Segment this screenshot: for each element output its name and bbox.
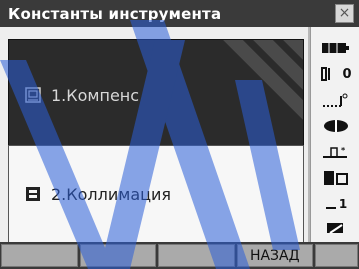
status-sidebar: 0 * 1 <box>310 27 359 242</box>
title-bar: Константы инструмента × <box>0 0 359 27</box>
svg-text:*: * <box>341 146 346 155</box>
prism-constant-value: 0 <box>342 66 352 82</box>
selection-decoration <box>223 40 303 120</box>
menu-list: 1.Компенс 2.Коллимация <box>0 27 308 243</box>
laser-icon <box>317 117 355 135</box>
tilt-level-icon <box>317 91 355 109</box>
menu-item-compensator[interactable]: 1.Компенс <box>8 39 304 151</box>
softkey-f2[interactable] <box>79 244 156 267</box>
menu-item-label: 1.Компенс <box>51 85 140 105</box>
softkey-f1[interactable] <box>1 244 78 267</box>
softkey-back[interactable]: НАЗАД <box>236 244 313 267</box>
target-constant-icon: 0 <box>317 65 355 83</box>
menu-item-collimation[interactable]: 2.Коллимация <box>8 145 304 243</box>
softkey-bar: НАЗАД <box>0 242 359 269</box>
prism-icon: * <box>317 143 355 161</box>
collimation-icon <box>26 187 40 201</box>
page-indicator-icon: 1 <box>317 195 355 213</box>
softkey-blank <box>315 244 358 267</box>
menu-item-label: 2.Коллимация <box>51 184 172 204</box>
window-title: Константы инструмента <box>8 4 222 23</box>
keyboard-icon[interactable] <box>317 219 355 237</box>
calibration-icon <box>25 87 41 103</box>
battery-icon <box>317 39 355 57</box>
mode-icon <box>317 169 355 187</box>
close-button[interactable]: × <box>335 4 354 23</box>
softkey-f3[interactable] <box>158 244 235 267</box>
page-number: 1 <box>338 197 348 211</box>
